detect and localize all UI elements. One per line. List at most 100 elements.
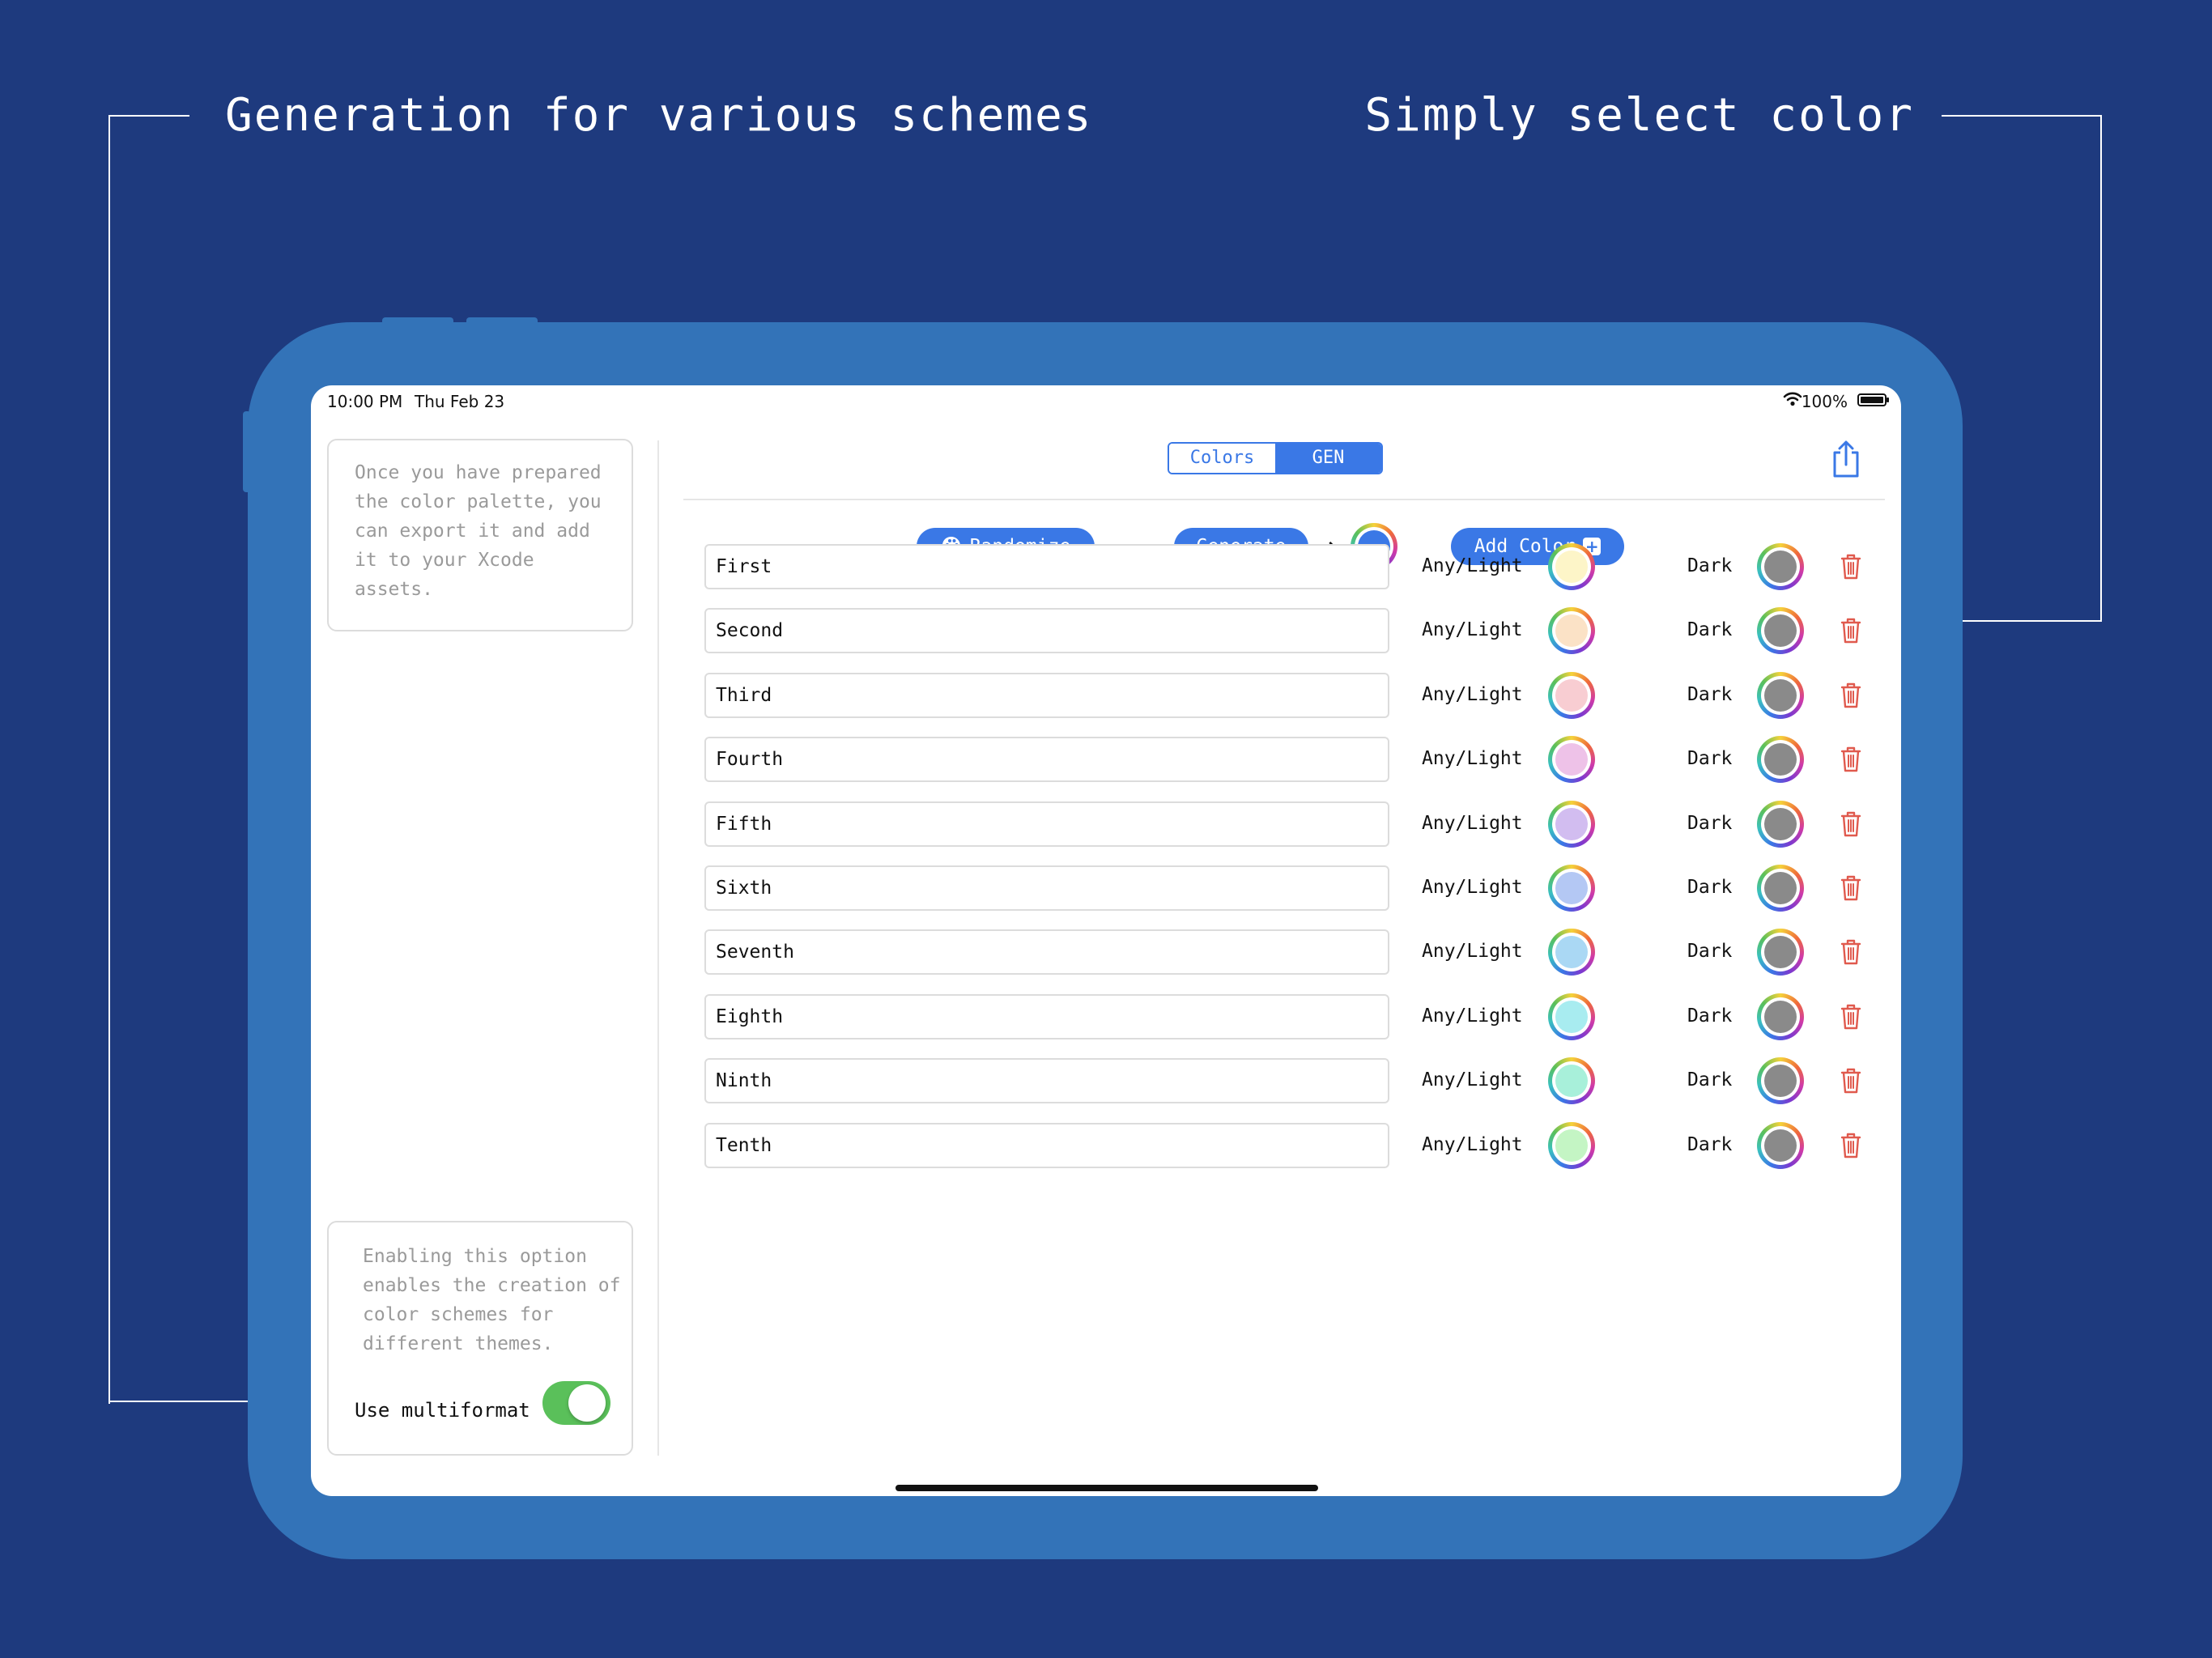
light-color-swatch[interactable] [1548, 800, 1595, 848]
color-row: Any/Light Dark [311, 865, 1901, 912]
swatch-ring [1552, 740, 1591, 780]
color-name-input[interactable] [704, 993, 1389, 1039]
mode-segmented-control: Colors GEN [1168, 442, 1383, 474]
swatch-ring [1552, 804, 1591, 844]
trash-icon[interactable] [1840, 1132, 1862, 1159]
trash-icon[interactable] [1840, 553, 1862, 580]
trash-icon[interactable] [1840, 810, 1862, 838]
dark-color-swatch[interactable] [1757, 865, 1804, 912]
swatch-ring [1761, 933, 1800, 972]
dark-label: Dark [1687, 683, 1733, 705]
dark-color-swatch[interactable] [1757, 1057, 1804, 1105]
color-name-input[interactable] [704, 544, 1389, 589]
color-row: Any/Light Dark [311, 607, 1901, 655]
swatch-ring [1552, 933, 1591, 972]
light-color-swatch[interactable] [1548, 671, 1595, 719]
header-divider [683, 499, 1885, 500]
color-name-input[interactable] [704, 737, 1389, 783]
dark-label: Dark [1687, 555, 1733, 576]
dark-label: Dark [1687, 1005, 1733, 1027]
trash-icon[interactable] [1840, 1003, 1862, 1031]
swatch-fill [1764, 1129, 1797, 1162]
dark-label: Dark [1687, 619, 1733, 641]
color-name-input[interactable] [704, 801, 1389, 847]
light-color-swatch[interactable] [1548, 607, 1595, 655]
status-time: 10:00 PM [327, 392, 403, 411]
swatch-ring [1761, 675, 1800, 715]
light-color-swatch[interactable] [1548, 929, 1595, 976]
dark-label: Dark [1687, 1133, 1733, 1155]
dark-color-swatch[interactable] [1757, 1121, 1804, 1169]
trash-icon[interactable] [1840, 874, 1862, 902]
trash-icon[interactable] [1840, 746, 1862, 773]
dark-color-swatch[interactable] [1757, 543, 1804, 590]
tab-gen[interactable]: GEN [1275, 444, 1381, 473]
color-name-input[interactable] [704, 608, 1389, 654]
any-light-label: Any/Light [1422, 1069, 1523, 1091]
swatch-fill [1764, 807, 1797, 840]
light-color-swatch[interactable] [1548, 1057, 1595, 1105]
color-row: Any/Light Dark [311, 1057, 1901, 1105]
trash-icon[interactable] [1840, 617, 1862, 644]
dark-color-swatch[interactable] [1757, 929, 1804, 976]
callout-line-left [108, 115, 189, 1404]
dark-label: Dark [1687, 812, 1733, 834]
color-row: Any/Light Dark [311, 1121, 1901, 1170]
any-light-label: Any/Light [1422, 683, 1523, 705]
light-color-swatch[interactable] [1548, 1121, 1595, 1169]
any-light-label: Any/Light [1422, 1005, 1523, 1027]
swatch-ring [1761, 1125, 1800, 1165]
dark-color-swatch[interactable] [1757, 800, 1804, 848]
any-light-label: Any/Light [1422, 941, 1523, 963]
headline-left: Generation for various schemes [225, 89, 1093, 142]
color-row: Any/Light Dark [311, 800, 1901, 848]
any-light-label: Any/Light [1422, 812, 1523, 834]
light-color-swatch[interactable] [1548, 993, 1595, 1040]
any-light-label: Any/Light [1422, 619, 1523, 641]
toggle-knob [568, 1384, 606, 1422]
dark-color-swatch[interactable] [1757, 671, 1804, 719]
multiformat-card: Enabling this option enables the creatio… [327, 1221, 633, 1456]
light-color-swatch[interactable] [1548, 543, 1595, 590]
home-indicator [895, 1485, 1318, 1491]
light-color-swatch[interactable] [1548, 736, 1595, 784]
swatch-ring [1552, 547, 1591, 586]
color-row: Any/Light Dark [311, 543, 1901, 591]
swatch-ring [1552, 869, 1591, 908]
callout-line-left-bottom [108, 1401, 267, 1402]
swatch-ring [1552, 997, 1591, 1036]
dark-color-swatch[interactable] [1757, 736, 1804, 784]
share-icon[interactable] [1830, 439, 1862, 479]
swatch-fill [1555, 551, 1588, 583]
multiformat-toggle[interactable] [542, 1381, 610, 1425]
trash-icon[interactable] [1840, 1067, 1862, 1095]
headline-right: Simply select color [1364, 89, 1914, 142]
swatch-fill [1555, 743, 1588, 776]
swatch-fill [1764, 1000, 1797, 1033]
color-name-input[interactable] [704, 929, 1389, 976]
color-name-input[interactable] [704, 672, 1389, 718]
trash-icon[interactable] [1840, 682, 1862, 709]
swatch-fill [1555, 678, 1588, 712]
dark-label: Dark [1687, 748, 1733, 770]
swatch-ring [1761, 547, 1800, 586]
dark-color-swatch[interactable] [1757, 607, 1804, 655]
battery-icon [1857, 393, 1889, 406]
color-name-input[interactable] [704, 1058, 1389, 1104]
color-name-input[interactable] [704, 1122, 1389, 1168]
tab-colors[interactable]: Colors [1169, 444, 1275, 473]
light-color-swatch[interactable] [1548, 865, 1595, 912]
any-light-label: Any/Light [1422, 748, 1523, 770]
color-name-input[interactable] [704, 865, 1389, 911]
swatch-fill [1555, 872, 1588, 904]
swatch-fill [1764, 678, 1797, 712]
swatch-ring [1761, 611, 1800, 651]
swatch-ring [1761, 740, 1800, 780]
dark-label: Dark [1687, 941, 1733, 963]
swatch-ring [1761, 1061, 1800, 1101]
dark-color-swatch[interactable] [1757, 993, 1804, 1040]
swatch-fill [1764, 614, 1797, 648]
trash-icon[interactable] [1840, 938, 1862, 966]
swatch-fill [1764, 936, 1797, 969]
swatch-ring [1552, 675, 1591, 715]
